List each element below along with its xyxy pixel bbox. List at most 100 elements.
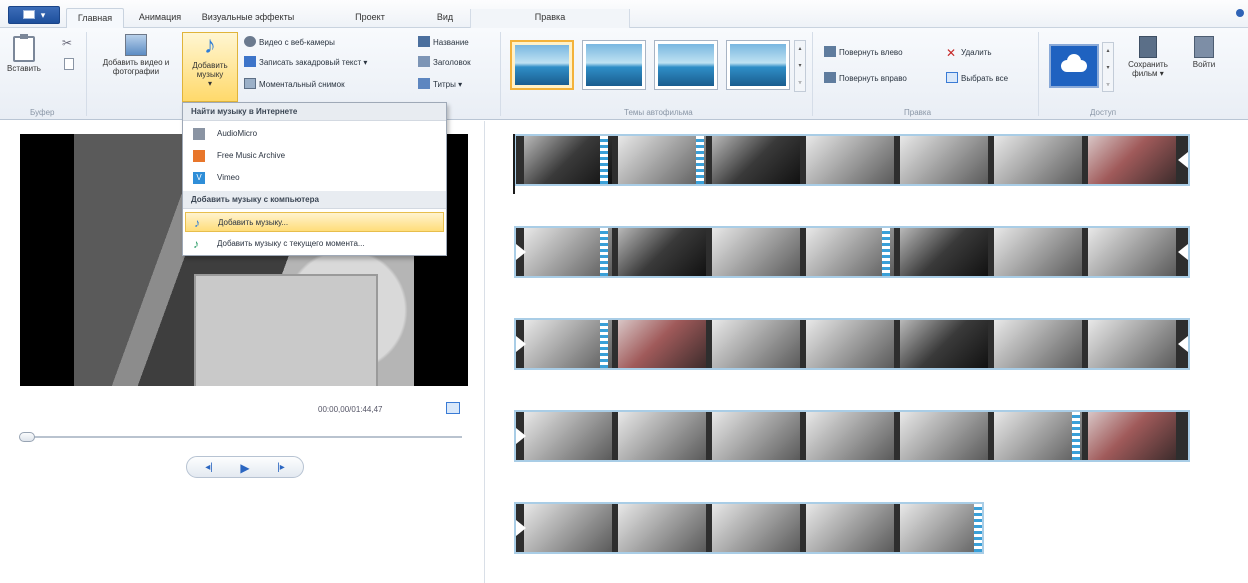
snapshot-icon (244, 78, 256, 89)
save-movie-button[interactable]: Сохранить фильм ▾ (1118, 36, 1178, 78)
fma-icon (193, 150, 205, 162)
clip-thumbnail[interactable] (806, 504, 894, 552)
share-scroll[interactable]: ▴ ▾ ▿ (1102, 42, 1114, 92)
playhead[interactable] (513, 134, 515, 194)
remove-button[interactable]: ✕ Удалить (946, 46, 992, 60)
sign-in-button[interactable]: Войти (1184, 36, 1224, 69)
clip-thumbnail[interactable] (806, 228, 894, 276)
ribbon-tab-bar: ▾ Главная Анимация Визуальные эффекты Пр… (0, 0, 1248, 29)
clip-thumbnail[interactable] (806, 136, 894, 184)
tab-edit[interactable]: Правка (522, 8, 578, 28)
clip-thumbnail[interactable] (900, 320, 988, 368)
rotate-left-label: Повернуть влево (839, 48, 903, 57)
clip-thumbnail[interactable] (900, 228, 988, 276)
add-video-photos-button[interactable]: Добавить видео и фотографии (90, 34, 182, 76)
clip-thumbnail[interactable] (524, 228, 612, 276)
theme-thumbnail (586, 44, 642, 86)
clip-thumbnail[interactable] (994, 320, 1082, 368)
storyboard-clip-row[interactable] (514, 226, 1190, 278)
copy-icon[interactable] (64, 58, 74, 70)
credits-icon (418, 78, 430, 89)
menu-item-add-music-at-point[interactable]: ♪ Добавить музыку с текущего момента... (185, 234, 444, 254)
clip-thumbnail[interactable] (900, 412, 988, 460)
clip-thumbnail[interactable] (806, 412, 894, 460)
rotate-right-button[interactable]: Повернуть вправо (824, 72, 907, 86)
storyboard-clip-row[interactable] (514, 502, 984, 554)
playback-controls: ◂| ▶ |▸ (186, 456, 304, 478)
clip-thumbnail[interactable] (618, 412, 706, 460)
autotheme-2[interactable] (582, 40, 646, 90)
tab-view[interactable]: Вид (434, 8, 456, 28)
help-icon[interactable] (1236, 9, 1244, 17)
clip-boundary (882, 228, 890, 276)
remove-label: Удалить (961, 48, 992, 57)
clip-thumbnail[interactable] (712, 412, 800, 460)
record-narration-button[interactable]: Записать закадровый текст ▾ (244, 56, 367, 70)
clip-thumbnail[interactable] (900, 504, 982, 552)
storyboard-clip-row[interactable] (514, 410, 1190, 462)
next-frame-icon[interactable]: |▸ (269, 460, 293, 476)
webcam-video-button[interactable]: Видео с веб-камеры (244, 36, 335, 50)
storyboard-clip-row[interactable] (514, 134, 1190, 186)
clip-thumbnail[interactable] (618, 136, 706, 184)
menu-item-vimeo[interactable]: V Vimeo (185, 168, 444, 188)
tab-project[interactable]: Проект (350, 8, 390, 28)
record-narration-label: Записать закадровый текст (259, 58, 362, 67)
clip-thumbnail[interactable] (806, 320, 894, 368)
title-button[interactable]: Название (418, 36, 469, 50)
menu-item-free-music-archive[interactable]: Free Music Archive (185, 146, 444, 166)
paste-button[interactable]: Вставить (6, 34, 42, 73)
clip-thumbnail[interactable] (712, 320, 800, 368)
clip-thumbnail[interactable] (524, 412, 612, 460)
group-divider (86, 32, 87, 116)
clip-thumbnail[interactable] (712, 136, 800, 184)
group-divider (812, 32, 813, 116)
add-music-button[interactable]: ♪ Добавить музыку ▾ (182, 32, 238, 102)
clip-thumbnail[interactable] (524, 136, 612, 184)
themes-scroll[interactable]: ▴ ▾ ▿ (794, 40, 806, 92)
tab-animation[interactable]: Анимация (132, 8, 188, 28)
onedrive-button[interactable] (1049, 44, 1099, 88)
fullscreen-icon[interactable] (446, 402, 460, 414)
music-note-icon: ♪ (193, 237, 199, 251)
clip-thumbnail[interactable] (1088, 320, 1176, 368)
select-all-button[interactable]: Выбрать все (946, 72, 1008, 86)
rotate-left-button[interactable]: Повернуть влево (824, 46, 903, 60)
autotheme-1[interactable] (510, 40, 574, 90)
autotheme-4[interactable] (726, 40, 790, 90)
clip-thumbnail[interactable] (994, 228, 1082, 276)
clip-thumbnail[interactable] (618, 228, 706, 276)
storyboard-clip-row[interactable] (514, 318, 1190, 370)
row-end-marker (1178, 244, 1188, 260)
clip-thumbnail[interactable] (712, 504, 800, 552)
tab-home[interactable]: Главная (66, 8, 124, 29)
clip-thumbnail[interactable] (1088, 228, 1176, 276)
webcam-icon (244, 36, 256, 47)
app-menu-button[interactable]: ▾ (8, 6, 60, 24)
previous-frame-icon[interactable]: ◂| (197, 460, 221, 476)
clip-thumbnail[interactable] (900, 136, 988, 184)
scissors-icon[interactable]: ✂ (62, 36, 72, 50)
clip-thumbnail[interactable] (994, 136, 1082, 184)
clip-thumbnail[interactable] (712, 228, 800, 276)
menu-item-add-music[interactable]: ♪ Добавить музыку... (185, 212, 444, 232)
clip-thumbnail[interactable] (1088, 136, 1176, 184)
menu-item-label: Free Music Archive (217, 151, 286, 160)
clip-thumbnail[interactable] (524, 504, 612, 552)
caption-button[interactable]: Заголовок (418, 56, 471, 70)
clip-thumbnail[interactable] (994, 412, 1082, 460)
clip-thumbnail[interactable] (1088, 412, 1176, 460)
rotate-right-label: Повернуть вправо (839, 74, 907, 83)
clip-thumbnail[interactable] (618, 504, 706, 552)
sign-in-label: Войти (1192, 60, 1216, 69)
clip-thumbnail[interactable] (618, 320, 706, 368)
seek-thumb[interactable] (19, 432, 35, 442)
snapshot-button[interactable]: Моментальный снимок (244, 78, 345, 92)
menu-item-audiomicro[interactable]: AudioMicro (185, 124, 444, 144)
credits-button[interactable]: Титры ▾ (418, 78, 462, 92)
tab-visual-effects[interactable]: Визуальные эффекты (196, 8, 300, 28)
clip-thumbnail[interactable] (524, 320, 612, 368)
autotheme-3[interactable] (654, 40, 718, 90)
seek-bar[interactable] (22, 436, 462, 438)
play-icon[interactable]: ▶ (233, 460, 257, 476)
